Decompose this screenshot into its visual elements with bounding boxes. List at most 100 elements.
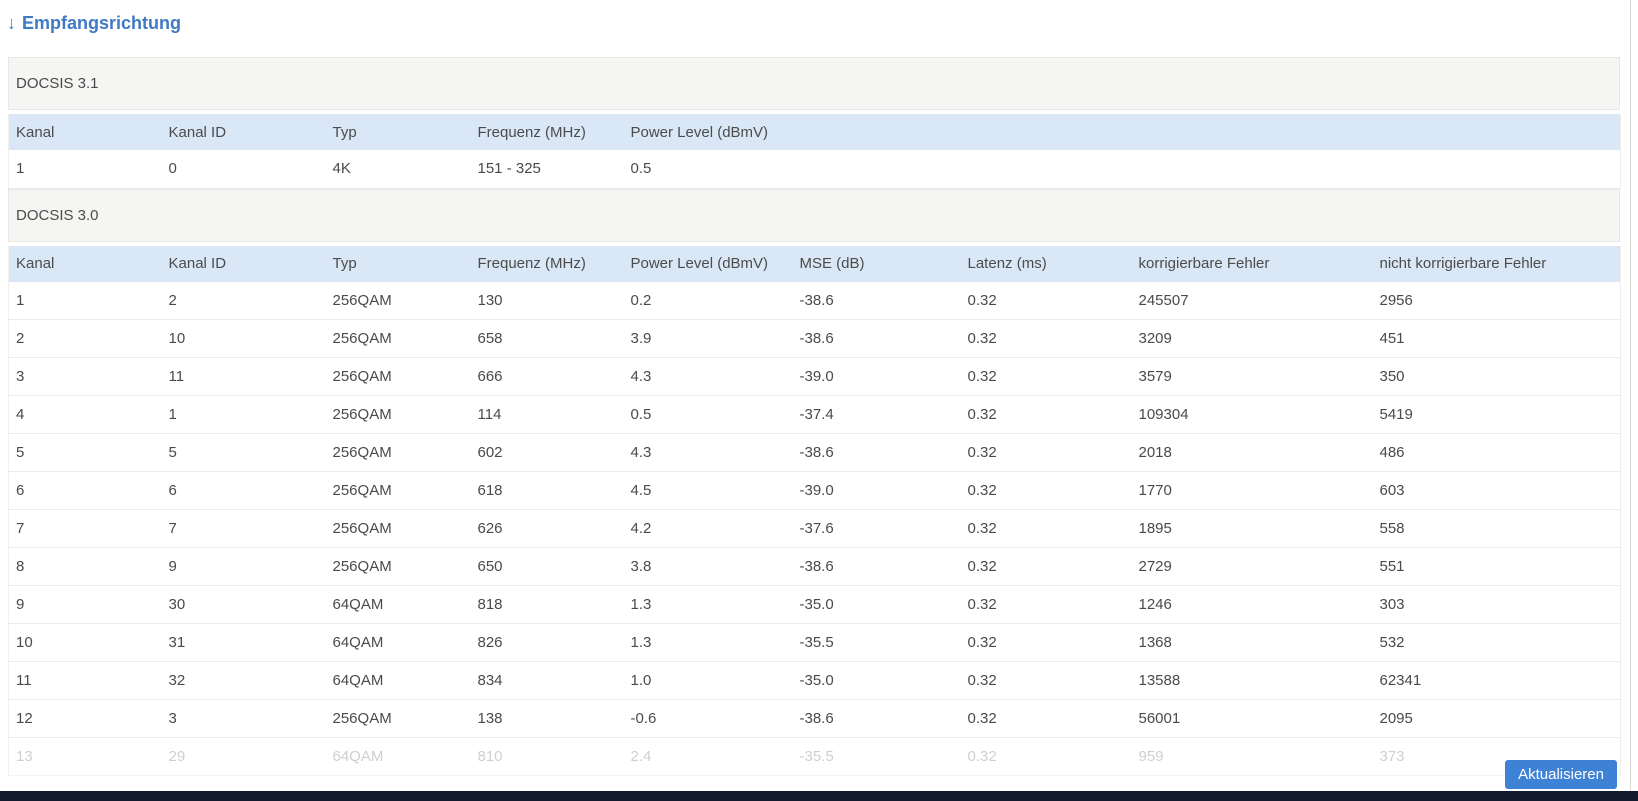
table-cell: 1.3 (623, 623, 793, 662)
table-cell: 7 (8, 509, 162, 548)
table-cell: 666 (470, 357, 624, 396)
table-row: 13 29 64QAM 810 2.4 -35.5 0.32 959 373 (8, 737, 1621, 776)
table-cell: 0.32 (960, 623, 1132, 662)
column-header (1132, 114, 1373, 150)
table-cell: 0.32 (960, 357, 1132, 396)
table-cell: 11 (161, 357, 326, 396)
table-cell: 4.3 (623, 357, 793, 396)
refresh-button[interactable]: Aktualisieren (1505, 760, 1617, 789)
table-cell: 486 (1372, 433, 1621, 472)
table-cell: 4 (8, 395, 162, 434)
table-cell: 0.32 (960, 319, 1132, 358)
table-row: 9 30 64QAM 818 1.3 -35.0 0.32 1246 303 (8, 585, 1621, 624)
table-cell: 0.5 (623, 150, 793, 189)
table-cell: 0.5 (623, 395, 793, 434)
table-cell: 532 (1372, 623, 1621, 662)
table-cell: 56001 (1131, 699, 1373, 738)
table-cell: 245507 (1131, 281, 1373, 320)
table-cell: 2729 (1131, 547, 1373, 586)
table-cell: 2 (161, 281, 326, 320)
table-cell: 256QAM (325, 699, 471, 738)
table-cell: 6 (8, 471, 162, 510)
table-cell: 13 (8, 737, 162, 776)
column-header (961, 114, 1132, 150)
table-row: 6 6 256QAM 618 4.5 -39.0 0.32 1770 603 (8, 471, 1621, 510)
channel-table: Kanal Kanal ID Typ Frequenz (MHz) Power Leve… (8, 245, 1621, 776)
table-cell: 109304 (1131, 395, 1373, 434)
table-cell: 0.32 (960, 737, 1132, 776)
table-row: 8 9 256QAM 650 3.8 -38.6 0.32 2729 551 (8, 547, 1621, 586)
table-cell: 256QAM (325, 547, 471, 586)
table-cell: 3 (161, 699, 326, 738)
table-cell: 0.32 (960, 471, 1132, 510)
table-cell (1372, 150, 1621, 189)
table-cell: -39.0 (792, 471, 961, 510)
column-header: korrigierbare Fehler (1138, 255, 1270, 272)
table-cell: 1246 (1131, 585, 1373, 624)
table-cell: 0.2 (623, 281, 793, 320)
column-header: Frequenz (MHz) (477, 255, 586, 272)
table-cell: -37.6 (792, 509, 961, 548)
table-cell: 130 (470, 281, 624, 320)
table-cell: -0.6 (623, 699, 793, 738)
column-header: nicht korrigierbare Fehler (1379, 255, 1547, 272)
section-title: DOCSIS 3.0 (16, 206, 99, 224)
table-cell: 10 (161, 319, 326, 358)
table-cell: 810 (470, 737, 624, 776)
table-cell: 256QAM (325, 357, 471, 396)
table-cell: 451 (1372, 319, 1621, 358)
table-cell: 32 (161, 661, 326, 700)
table-cell: 8 (8, 547, 162, 586)
table-cell: 6 (161, 471, 326, 510)
table-cell: 4.3 (623, 433, 793, 472)
table-cell: 10 (8, 623, 162, 662)
table-row: 1 0 4K 151 - 325 0.5 (8, 150, 1621, 189)
page-root: ↓ Empfangsrichtung DOCSIS 3.1 Kanal Kanal I… (0, 0, 1638, 801)
table-row: 10 31 64QAM 826 1.3 -35.5 0.32 1368 532 (8, 623, 1621, 662)
table-cell: 64QAM (325, 623, 471, 662)
table-row: 3 11 256QAM 666 4.3 -39.0 0.32 3579 350 (8, 357, 1621, 396)
table-cell: 3.8 (623, 547, 793, 586)
table-cell: 0.32 (960, 281, 1132, 320)
table-cell: 3209 (1131, 319, 1373, 358)
table-row: 12 3 256QAM 138 -0.6 -38.6 0.32 56001 2095 (8, 699, 1621, 738)
table-cell: 1770 (1131, 471, 1373, 510)
table-cell: 256QAM (325, 471, 471, 510)
table-cell: 0.32 (960, 699, 1132, 738)
column-header: Kanal ID (168, 123, 227, 141)
table-cell: 29 (161, 737, 326, 776)
section-title: DOCSIS 3.1 (16, 75, 99, 92)
column-header: Kanal ID (168, 255, 227, 272)
table-cell: 0.32 (960, 547, 1132, 586)
table-row: 7 7 256QAM 626 4.2 -37.6 0.32 1895 558 (8, 509, 1621, 548)
page-title[interactable]: ↓ Empfangsrichtung (7, 13, 181, 34)
table-cell: 350 (1372, 357, 1621, 396)
table-cell: 558 (1372, 509, 1621, 548)
table-cell: 959 (1131, 737, 1373, 776)
table-cell: 12 (8, 699, 162, 738)
table-cell: 0 (161, 150, 326, 189)
table-cell (960, 150, 1132, 189)
column-header: Frequenz (MHz) (477, 123, 586, 141)
table-row: 5 5 256QAM 602 4.3 -38.6 0.32 2018 486 (8, 433, 1621, 472)
column-header (1373, 114, 1621, 150)
table-cell: 602 (470, 433, 624, 472)
table-cell: 3579 (1131, 357, 1373, 396)
table-cell: -35.5 (792, 623, 961, 662)
table-cell: 1.3 (623, 585, 793, 624)
table-row: 1 2 256QAM 130 0.2 -38.6 0.32 245507 2956 (8, 281, 1621, 320)
table-cell: -38.6 (792, 281, 961, 320)
table-cell: 4.5 (623, 471, 793, 510)
column-header: Power Level (dBmV) (630, 123, 769, 141)
table-cell: 658 (470, 319, 624, 358)
table-cell: 0.32 (960, 395, 1132, 434)
table-row: 2 10 256QAM 658 3.9 -38.6 0.32 3209 451 (8, 319, 1621, 358)
table-cell: 3 (8, 357, 162, 396)
table-cell: 826 (470, 623, 624, 662)
column-header: MSE (dB) (799, 255, 865, 272)
down-arrow-icon: ↓ (7, 13, 16, 33)
column-header: Power Level (dBmV) (630, 255, 769, 272)
header-row: Kanal Kanal ID Typ Frequenz (MHz) Power Leve… (8, 114, 1621, 150)
table-cell: 138 (470, 699, 624, 738)
table-cell: 1368 (1131, 623, 1373, 662)
